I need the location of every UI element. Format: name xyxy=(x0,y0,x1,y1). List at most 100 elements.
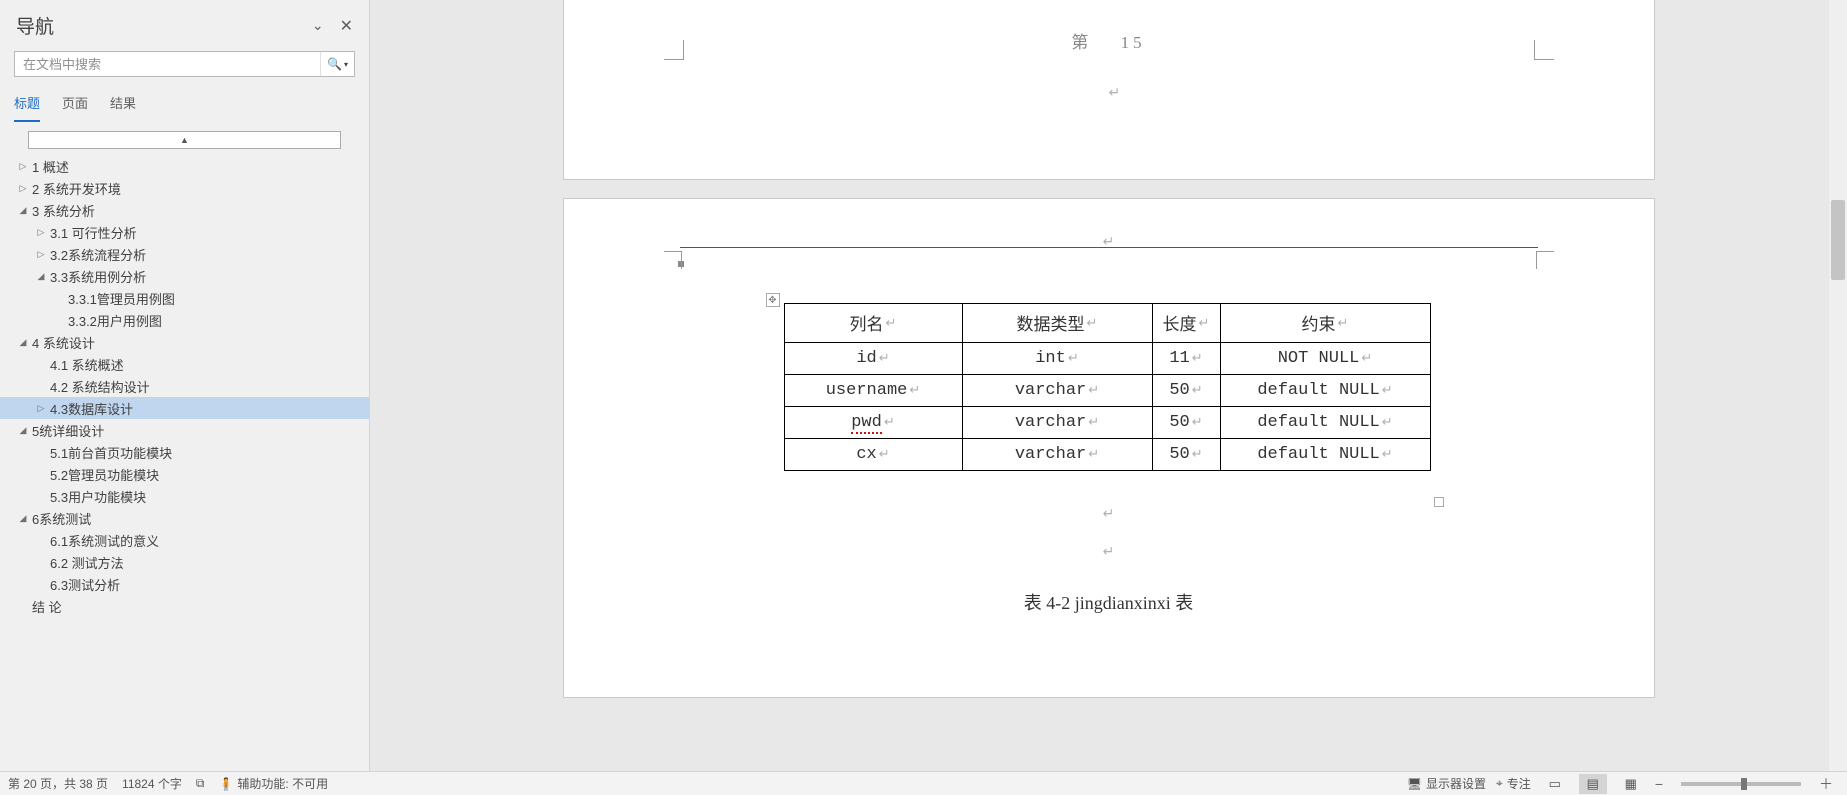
outline-item[interactable]: ▷5.1前台首页功能模块 xyxy=(0,441,369,463)
caret-expanded-icon[interactable]: ◢ xyxy=(34,271,48,282)
zoom-thumb[interactable] xyxy=(1741,778,1747,790)
caret-collapsed-icon: ▷ xyxy=(34,491,48,502)
outline-label: 5统详细设计 xyxy=(30,421,104,440)
outline-item[interactable]: ▷3.3.2用户用例图 xyxy=(0,309,369,331)
table-row[interactable]: username↵varchar↵50↵default NULL↵ xyxy=(784,375,1430,407)
table-cell[interactable]: 50↵ xyxy=(1152,439,1220,471)
table-cell[interactable]: username↵ xyxy=(784,375,962,407)
outline-item[interactable]: ▷3.2系统流程分析 xyxy=(0,243,369,265)
focus-mode-button[interactable]: ⌖ 专注 xyxy=(1496,775,1531,792)
paragraph-mark-icon: ↵ xyxy=(1109,84,1121,101)
table-cell[interactable]: id↵ xyxy=(784,343,962,375)
table-header-cell[interactable]: 列名↵ xyxy=(784,304,962,343)
zoom-in-button[interactable]: ＋ xyxy=(1819,774,1833,794)
caret-collapsed-icon: ▷ xyxy=(52,315,66,326)
caret-expanded-icon[interactable]: ◢ xyxy=(16,205,30,216)
outline-label: 6.2 测试方法 xyxy=(48,553,124,572)
table-cell[interactable]: 11↵ xyxy=(1152,343,1220,375)
word-count[interactable]: 11824 个字 xyxy=(122,775,182,792)
navigation-pane: 导航 ⌄ ✕ 🔍▾ 标题 页面 结果 ▲ ▷1 概述▷2 系统开发环境◢3 系统… xyxy=(0,0,370,795)
caret-expanded-icon[interactable]: ◢ xyxy=(16,425,30,436)
outline-item[interactable]: ▷4.3数据库设计 xyxy=(0,397,369,419)
document-area[interactable]: 第 15 ↵ ↵ ✥ 列名↵数据类型↵长度↵约束↵id↵int↵11↵NOT N… xyxy=(370,0,1847,795)
caret-collapsed-icon[interactable]: ▷ xyxy=(16,183,30,194)
scrollbar-thumb[interactable] xyxy=(1831,200,1845,280)
outline-item[interactable]: ◢3 系统分析 xyxy=(0,199,369,221)
search-input[interactable] xyxy=(15,57,320,72)
caret-collapsed-icon[interactable]: ▷ xyxy=(34,227,48,238)
header-word: 第 xyxy=(1071,33,1098,52)
nav-title: 导航 xyxy=(16,12,54,39)
close-icon[interactable]: ✕ xyxy=(340,16,353,36)
page-info[interactable]: 第 20 页，共 38 页 xyxy=(8,775,108,792)
table-cell[interactable]: 50↵ xyxy=(1152,375,1220,407)
table-cell[interactable]: 50↵ xyxy=(1152,407,1220,439)
table-cell[interactable]: varchar↵ xyxy=(962,439,1152,471)
spellcheck-icon[interactable]: ⧉ xyxy=(196,776,205,791)
vertical-scrollbar[interactable] xyxy=(1829,0,1847,771)
outline-item[interactable]: ▷6.3测试分析 xyxy=(0,573,369,595)
table-caption: 表 4-2 jingdianxinxi 表 xyxy=(564,589,1654,615)
collapse-icon[interactable]: ⌄ xyxy=(312,17,324,34)
table-cell[interactable]: NOT NULL↵ xyxy=(1220,343,1430,375)
status-bar: 第 20 页，共 38 页 11824 个字 ⧉ 🧍 辅助功能: 不可用 🖥 显… xyxy=(0,771,1847,795)
table-cell[interactable]: cx↵ xyxy=(784,439,962,471)
table-cell[interactable]: default NULL↵ xyxy=(1220,407,1430,439)
caret-expanded-icon[interactable]: ◢ xyxy=(16,337,30,348)
outline-label: 3.2系统流程分析 xyxy=(48,245,146,264)
outline-item[interactable]: ▷2 系统开发环境 xyxy=(0,177,369,199)
table-cell[interactable]: varchar↵ xyxy=(962,375,1152,407)
outline-item[interactable]: ▷4.1 系统概述 xyxy=(0,353,369,375)
web-layout-button[interactable]: ▦ xyxy=(1617,774,1645,794)
caret-collapsed-icon[interactable]: ▷ xyxy=(34,249,48,260)
outline-item[interactable]: ▷3.3.1管理员用例图 xyxy=(0,287,369,309)
outline-label: 3.1 可行性分析 xyxy=(48,223,137,242)
outline-item[interactable]: ▷4.2 系统结构设计 xyxy=(0,375,369,397)
caret-collapsed-icon[interactable]: ▷ xyxy=(16,161,30,172)
outline-item[interactable]: ▷5.3用户功能模块 xyxy=(0,485,369,507)
outline-item[interactable]: ◢3.3系统用例分析 xyxy=(0,265,369,287)
table-header-cell[interactable]: 长度↵ xyxy=(1152,304,1220,343)
outline-item[interactable]: ◢6系统测试 xyxy=(0,507,369,529)
table-row[interactable]: id↵int↵11↵NOT NULL↵ xyxy=(784,343,1430,375)
table-cell[interactable]: int↵ xyxy=(962,343,1152,375)
caret-expanded-icon[interactable]: ◢ xyxy=(16,513,30,524)
table-row[interactable]: pwd↵varchar↵50↵default NULL↵ xyxy=(784,407,1430,439)
outline-item[interactable]: ▷5.2管理员功能模块 xyxy=(0,463,369,485)
table-cell[interactable]: default NULL↵ xyxy=(1220,439,1430,471)
outline-item[interactable]: ▷1 概述 xyxy=(0,155,369,177)
outline-level-dropdown[interactable]: ▲ xyxy=(28,131,341,149)
search-box[interactable]: 🔍▾ xyxy=(14,51,355,77)
table-row[interactable]: cx↵varchar↵50↵default NULL↵ xyxy=(784,439,1430,471)
table-move-handle[interactable]: ✥ xyxy=(766,293,780,307)
table-cell[interactable]: default NULL↵ xyxy=(1220,375,1430,407)
tab-headings[interactable]: 标题 xyxy=(14,87,40,122)
zoom-slider[interactable] xyxy=(1681,782,1801,786)
outline-item[interactable]: ◢4 系统设计 xyxy=(0,331,369,353)
display-settings-button[interactable]: 🖥 显示器设置 xyxy=(1407,775,1486,792)
db-schema-table[interactable]: 列名↵数据类型↵长度↵约束↵id↵int↵11↵NOT NULL↵usernam… xyxy=(784,303,1431,471)
outline-item[interactable]: ▷6.1系统测试的意义 xyxy=(0,529,369,551)
tab-results[interactable]: 结果 xyxy=(110,87,136,122)
print-layout-button[interactable]: ▤ xyxy=(1579,774,1607,794)
tab-pages[interactable]: 页面 xyxy=(62,87,88,122)
zoom-out-button[interactable]: − xyxy=(1655,776,1663,792)
read-mode-button[interactable]: ▭ xyxy=(1541,774,1569,794)
caret-collapsed-icon[interactable]: ▷ xyxy=(34,403,48,414)
outline-item[interactable]: ▷6.2 测试方法 xyxy=(0,551,369,573)
table-header-cell[interactable]: 约束↵ xyxy=(1220,304,1430,343)
outline-label: 4 系统设计 xyxy=(30,333,95,352)
table-resize-handle[interactable] xyxy=(1434,497,1444,507)
outline-item[interactable]: ▷结 论 xyxy=(0,595,369,617)
table-cell[interactable]: varchar↵ xyxy=(962,407,1152,439)
outline-item[interactable]: ◢5统详细设计 xyxy=(0,419,369,441)
table-cell[interactable]: pwd↵ xyxy=(784,407,962,439)
accessibility-status[interactable]: 🧍 辅助功能: 不可用 xyxy=(218,775,328,792)
outline-item[interactable]: ▷3.1 可行性分析 xyxy=(0,221,369,243)
outline-label: 3.3.1管理员用例图 xyxy=(66,289,175,308)
outline-label: 4.1 系统概述 xyxy=(48,355,124,374)
search-button[interactable]: 🔍▾ xyxy=(320,52,354,76)
header-rule xyxy=(680,247,1538,248)
focus-icon: ⌖ xyxy=(1496,776,1503,791)
table-header-cell[interactable]: 数据类型↵ xyxy=(962,304,1152,343)
